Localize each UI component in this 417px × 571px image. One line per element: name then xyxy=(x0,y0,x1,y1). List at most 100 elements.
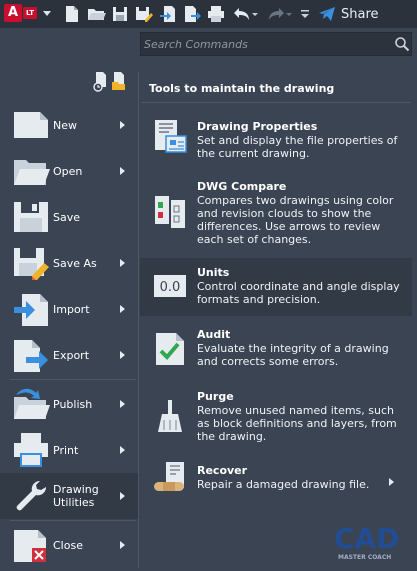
chevron-right-icon xyxy=(120,305,125,313)
tool-name: Units xyxy=(197,266,230,279)
tool-name: Audit xyxy=(197,328,231,341)
tool-recover[interactable]: Recover Repair a damaged drawing file. xyxy=(140,456,412,500)
tool-units[interactable]: 0.0 Units Control coordinate and angle d… xyxy=(140,258,412,316)
chevron-right-icon xyxy=(120,167,125,175)
units-icon: 0.0 xyxy=(154,275,186,297)
print-icon xyxy=(14,433,48,467)
tool-description: Compares two drawings using color and re… xyxy=(197,194,394,246)
tool-name: Drawing Properties xyxy=(197,120,318,133)
tools-panel: Tools to maintain the drawing Drawing Pr… xyxy=(138,72,412,568)
redo-icon[interactable] xyxy=(266,4,286,24)
open-documents-icon[interactable] xyxy=(112,72,125,90)
save-icon[interactable] xyxy=(110,4,130,24)
tool-description: Set and display the file properties of t… xyxy=(197,134,398,160)
export-icon[interactable] xyxy=(182,4,202,24)
chevron-right-icon xyxy=(120,259,125,267)
tool-description: Control coordinate and angle display for… xyxy=(197,280,400,306)
watermark-subtext: MASTER COACH xyxy=(338,554,391,561)
chevron-right-icon xyxy=(120,400,125,408)
recent-documents-icon[interactable] xyxy=(93,72,106,92)
search-icon[interactable] xyxy=(394,36,410,52)
menu-item-save-as[interactable]: Save As xyxy=(0,240,138,286)
menu-item-export[interactable]: Export xyxy=(0,332,138,378)
chevron-right-icon xyxy=(389,478,394,486)
customize-toolbar-icon[interactable] xyxy=(298,4,312,24)
plot-icon[interactable] xyxy=(206,4,226,24)
tool-description: Remove unused named items, such as block… xyxy=(197,404,397,443)
chevron-down-icon xyxy=(43,11,51,16)
purge-icon xyxy=(158,400,182,432)
chevron-right-icon xyxy=(120,446,125,454)
tool-purge[interactable]: Purge Remove unused named items, such as… xyxy=(140,382,412,452)
dwg-compare-icon xyxy=(155,196,185,228)
menu-item-label: Drawing Utilities xyxy=(53,483,99,509)
tool-drawing-properties[interactable]: Drawing Properties Set and display the f… xyxy=(140,112,412,168)
panel-title: Tools to maintain the drawing xyxy=(149,82,335,95)
share-button[interactable]: Share xyxy=(318,3,379,25)
import-icon xyxy=(14,294,48,326)
new-icon xyxy=(14,112,48,138)
menu-item-drawing-utilities[interactable]: Drawing Utilities xyxy=(0,473,138,519)
watermark-text: CAD xyxy=(334,522,399,555)
audit-icon xyxy=(156,333,184,365)
recover-icon xyxy=(154,462,184,491)
menu-item-label: Save As xyxy=(53,256,97,270)
chevron-right-icon xyxy=(120,351,125,359)
tool-description: Repair a damaged drawing file. xyxy=(197,478,370,491)
open-icon xyxy=(14,160,50,185)
menu-item-label: Save xyxy=(53,210,81,224)
menu-item-import[interactable]: Import xyxy=(0,286,138,332)
tool-audit[interactable]: Audit Evaluate the integrity of a drawin… xyxy=(140,320,412,378)
open-icon[interactable] xyxy=(86,4,106,24)
app-logo: A xyxy=(4,4,22,22)
app-edition-badge: LT xyxy=(23,7,37,19)
tool-name: Recover xyxy=(197,464,248,477)
menu-separator xyxy=(10,520,136,521)
import-icon[interactable] xyxy=(158,4,178,24)
undo-dropdown-icon[interactable] xyxy=(250,4,260,24)
wrench-icon xyxy=(16,480,47,511)
search-input[interactable] xyxy=(144,35,384,53)
save-icon xyxy=(14,202,48,232)
menu-item-label: Import xyxy=(53,302,90,316)
redo-dropdown-icon[interactable] xyxy=(284,4,294,24)
new-icon[interactable] xyxy=(62,4,82,24)
export-icon xyxy=(14,340,48,372)
menu-item-close[interactable]: Close xyxy=(0,522,138,568)
menu-item-publish[interactable]: Publish xyxy=(0,381,138,427)
publish-icon xyxy=(14,388,50,419)
save-as-icon xyxy=(14,248,49,280)
panel-title-divider xyxy=(141,102,411,103)
menu-item-new[interactable]: New xyxy=(0,102,138,148)
menu-item-open[interactable]: Open xyxy=(0,148,138,194)
recent-documents-icons xyxy=(93,72,125,92)
chevron-right-icon xyxy=(120,492,125,500)
menu-item-label: Publish xyxy=(53,397,93,411)
chevron-right-icon xyxy=(120,541,125,549)
close-icon xyxy=(14,530,46,562)
tool-name: DWG Compare xyxy=(197,180,287,193)
menu-item-label: Close xyxy=(53,538,83,552)
search-commands-box[interactable] xyxy=(140,32,412,56)
menu-item-label: New xyxy=(53,118,77,132)
menu-item-label: Export xyxy=(53,348,90,362)
undo-icon[interactable] xyxy=(232,4,252,24)
quick-access-toolbar: A LT Share xyxy=(0,0,417,28)
tool-dwg-compare[interactable]: DWG Compare Compares two drawings using … xyxy=(140,172,412,254)
chevron-right-icon xyxy=(120,121,125,129)
menu-item-label: Open xyxy=(53,164,83,178)
menu-separator xyxy=(10,379,136,380)
menu-item-save[interactable]: Save xyxy=(0,194,138,240)
share-icon xyxy=(319,7,335,21)
menu-item-label: Print xyxy=(53,443,79,457)
tool-name: Purge xyxy=(197,390,234,403)
cad-master-coach-watermark: CAD MASTER COACH xyxy=(334,522,399,561)
menu-item-print[interactable]: Print xyxy=(0,427,138,473)
application-menu-button[interactable]: A LT xyxy=(0,0,56,28)
application-menu: New Open Save Save As Import Export Publ… xyxy=(0,60,138,571)
share-label: Share xyxy=(341,6,379,22)
drawing-properties-icon xyxy=(155,120,187,153)
units-icon-text: 0.0 xyxy=(160,280,181,295)
tool-description: Evaluate the integrity of a drawing and … xyxy=(197,342,389,368)
save-as-icon[interactable] xyxy=(134,4,154,24)
